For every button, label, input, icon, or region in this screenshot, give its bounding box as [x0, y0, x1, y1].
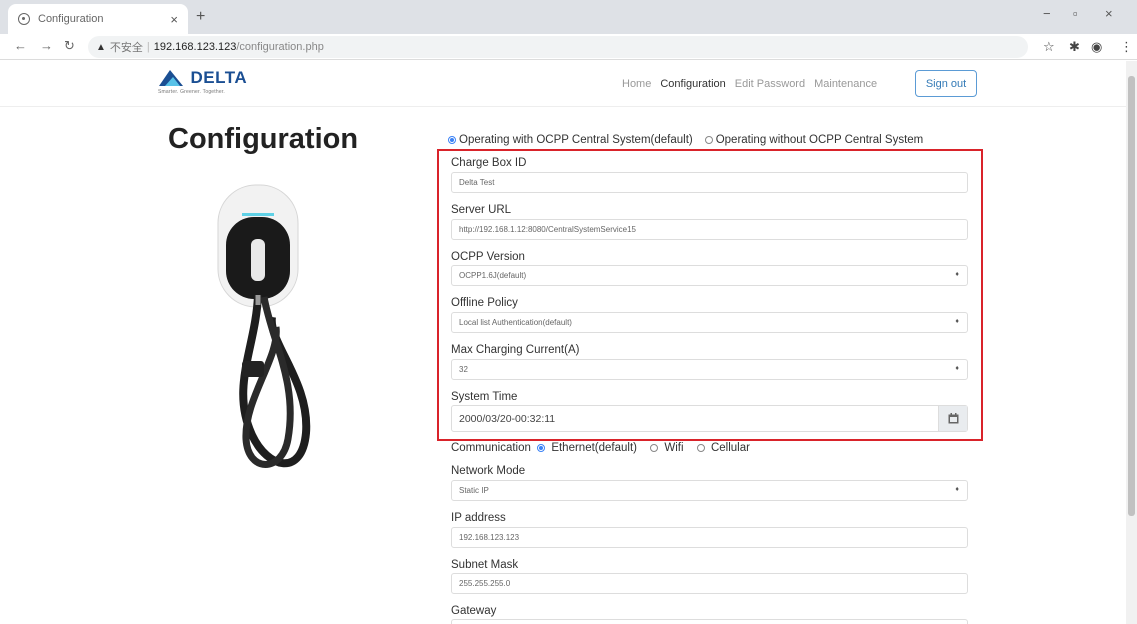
- logo-tagline: Smarter. Greener. Together.: [158, 89, 226, 95]
- radio-with-central-system[interactable]: [448, 136, 456, 144]
- menu-maintenance[interactable]: Maintenance: [814, 78, 877, 90]
- calendar-icon[interactable]: [938, 406, 967, 431]
- delta-logo-icon: [159, 70, 183, 86]
- address-bar[interactable]: ▲ 不安全 | 192.168.123.123 /configuration.p…: [88, 36, 1028, 58]
- restore-icon[interactable]: ▫: [1073, 6, 1078, 21]
- communication-label: Communication: [451, 442, 531, 454]
- delta-logo[interactable]: DELTA Smarter. Greener. Together.: [158, 68, 247, 95]
- system-time-input[interactable]: 2000/03/20-00:32:11: [451, 405, 968, 432]
- profile-icon[interactable]: ◉: [1091, 39, 1102, 55]
- max-current-label: Max Charging Current(A): [451, 344, 580, 356]
- charge-box-id-input[interactable]: Delta Test: [451, 172, 968, 193]
- scrollbar-thumb[interactable]: [1128, 76, 1135, 516]
- forward-icon[interactable]: →: [40, 38, 53, 53]
- address-path: /configuration.php: [236, 41, 324, 53]
- menu-configuration[interactable]: Configuration: [660, 78, 725, 90]
- radio-wifi-label: Wifi: [664, 442, 684, 454]
- radio-with-central-system-label: Operating with OCPP Central System(defau…: [459, 134, 693, 146]
- browser-tab-bar: Configuration × + − ▫ ×: [0, 0, 1137, 34]
- radio-cellular-label: Cellular: [710, 442, 750, 454]
- gateway-label: Gateway: [451, 605, 497, 617]
- subnet-mask-label: Subnet Mask: [451, 559, 519, 571]
- offline-policy-select[interactable]: Local list Authentication(default): [451, 312, 968, 333]
- page-scrollbar[interactable]: [1126, 61, 1137, 624]
- ocpp-version-label: OCPP Version: [451, 251, 525, 263]
- logo-brand: DELTA: [190, 68, 248, 87]
- extensions-icon[interactable]: ✱: [1069, 39, 1080, 55]
- address-host: 192.168.123.123: [153, 41, 237, 53]
- not-secure-label: 不安全: [109, 42, 143, 54]
- more-menu-icon[interactable]: ⋮: [1120, 39, 1133, 55]
- offline-policy-label: Offline Policy: [451, 297, 518, 309]
- server-url-input[interactable]: http://192.168.1.12:8080/CentralSystemSe…: [451, 219, 968, 240]
- network-mode-label: Network Mode: [451, 465, 526, 477]
- close-window-icon[interactable]: ×: [1105, 6, 1113, 21]
- system-time-label: System Time: [451, 391, 518, 403]
- ip-address-input[interactable]: 192.168.123.123: [451, 527, 968, 548]
- address-toolbar: ← → ↻ ▲ 不安全 | 192.168.123.123 /configura…: [0, 34, 1137, 60]
- bookmark-star-icon[interactable]: ☆: [1043, 39, 1055, 55]
- ip-address-label: IP address: [451, 512, 506, 524]
- page-viewport: DELTA Smarter. Greener. Together. Home C…: [0, 61, 1126, 624]
- radio-ethernet[interactable]: [537, 443, 546, 452]
- ocpp-version-select[interactable]: OCPP1.6J(default): [451, 265, 968, 286]
- menu-home[interactable]: Home: [622, 78, 651, 90]
- communication-radio-group: Communication Ethernet(default) Wifi Cel…: [451, 442, 750, 454]
- radio-cellular[interactable]: [696, 443, 705, 452]
- radio-without-central-system-label: Operating without OCPP Central System: [715, 134, 924, 146]
- tab-title: Configuration: [38, 13, 104, 25]
- page-title: Configuration: [168, 123, 359, 155]
- gateway-input[interactable]: [451, 619, 968, 624]
- favicon-icon: [18, 13, 30, 25]
- sign-out-button[interactable]: Sign out: [915, 70, 977, 97]
- server-url-label: Server URL: [451, 204, 512, 216]
- menu-edit-password[interactable]: Edit Password: [735, 78, 805, 90]
- system-time-value: 2000/03/20-00:32:11: [459, 412, 556, 425]
- tab-close-icon[interactable]: ×: [170, 12, 178, 27]
- new-tab-icon[interactable]: +: [196, 8, 205, 26]
- minimize-icon[interactable]: −: [1043, 6, 1051, 21]
- reload-icon[interactable]: ↻: [64, 38, 75, 54]
- network-mode-select[interactable]: Static IP: [451, 480, 968, 501]
- site-navbar: DELTA Smarter. Greener. Together. Home C…: [0, 61, 1126, 107]
- not-secure-icon[interactable]: ▲: [96, 42, 106, 53]
- browser-tab[interactable]: Configuration ×: [8, 4, 188, 34]
- charger-image: [217, 184, 311, 468]
- central-system-radio-group: Operating with OCPP Central System(defau…: [448, 134, 923, 146]
- radio-without-central-system[interactable]: [704, 136, 713, 144]
- max-current-select[interactable]: 32: [451, 359, 968, 380]
- back-icon[interactable]: ←: [14, 38, 27, 53]
- main-menu: Home Configuration Edit Password Mainten…: [622, 78, 886, 90]
- charge-box-id-label: Charge Box ID: [451, 157, 527, 169]
- subnet-mask-input[interactable]: 255.255.255.0: [451, 573, 968, 594]
- address-separator: |: [146, 41, 150, 53]
- radio-ethernet-label: Ethernet(default): [551, 442, 637, 454]
- radio-wifi[interactable]: [650, 443, 659, 452]
